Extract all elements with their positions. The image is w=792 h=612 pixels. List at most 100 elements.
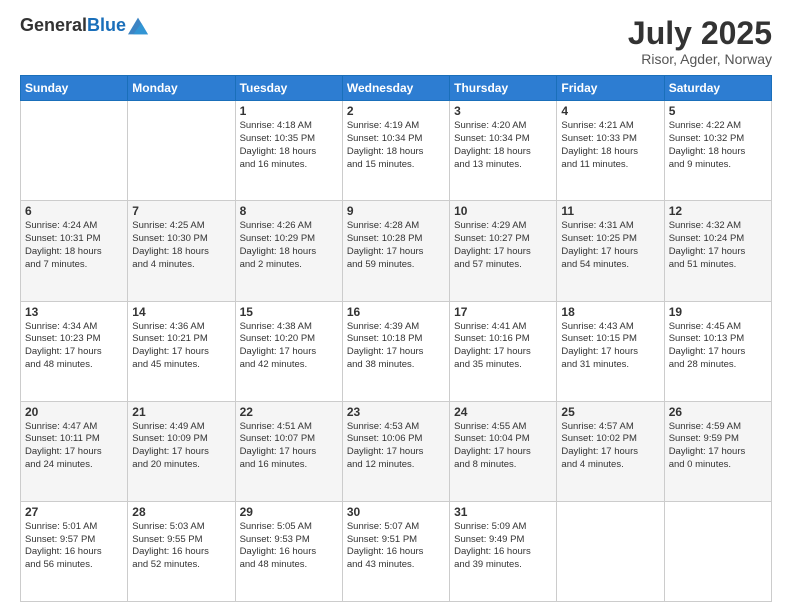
table-row: 18 Sunrise: 4:43 AMSunset: 10:15 PMDaylig… (557, 301, 664, 401)
day-detail: Sunrise: 4:24 AMSunset: 10:31 PMDaylight… (25, 220, 123, 271)
day-detail: Sunrise: 4:47 AMSunset: 10:11 PMDaylight… (25, 421, 123, 472)
table-row: 7Sunrise: 4:25 AMSunset: 10:30 PMDayligh… (128, 201, 235, 301)
day-number: 4 (561, 104, 659, 118)
day-detail: Sunrise: 4:19 AMSunset: 10:34 PMDaylight… (347, 120, 445, 171)
table-row: 4Sunrise: 4:21 AMSunset: 10:33 PMDayligh… (557, 101, 664, 201)
table-row: 24 Sunrise: 4:55 AMSunset: 10:04 PMDaylig… (450, 401, 557, 501)
table-row: 10 Sunrise: 4:29 AMSunset: 10:27 PMDaylig… (450, 201, 557, 301)
table-row (664, 501, 771, 601)
table-row: 13 Sunrise: 4:34 AMSunset: 10:23 PMDaylig… (21, 301, 128, 401)
day-number: 21 (132, 405, 230, 419)
day-number: 23 (347, 405, 445, 419)
table-row: 12Sunrise: 4:32 AMSunset: 10:24 PMDaylig… (664, 201, 771, 301)
day-detail: Sunrise: 4:29 AMSunset: 10:27 PMDaylight… (454, 220, 552, 271)
calendar-row: 27 Sunrise: 5:01 AMSunset: 9:57 PMDayligh… (21, 501, 772, 601)
day-detail: Sunrise: 4:22 AMSunset: 10:32 PMDaylight… (669, 120, 767, 171)
day-detail: Sunrise: 4:18 AMSunset: 10:35 PMDaylight… (240, 120, 338, 171)
table-row: 19 Sunrise: 4:45 AMSunset: 10:13 PMDaylig… (664, 301, 771, 401)
col-monday: Monday (128, 76, 235, 101)
col-sunday: Sunday (21, 76, 128, 101)
day-detail: Sunrise: 4:59 AMSunset: 9:59 PMDaylight:… (669, 421, 767, 472)
day-detail: Sunrise: 4:31 AMSunset: 10:25 PMDaylight… (561, 220, 659, 271)
day-detail: Sunrise: 4:45 AMSunset: 10:13 PMDaylight… (669, 321, 767, 372)
col-saturday: Saturday (664, 76, 771, 101)
day-number: 13 (25, 305, 123, 319)
table-row: 25 Sunrise: 4:57 AMSunset: 10:02 PMDaylig… (557, 401, 664, 501)
table-row: 22 Sunrise: 4:51 AMSunset: 10:07 PMDaylig… (235, 401, 342, 501)
table-row: 26 Sunrise: 4:59 AMSunset: 9:59 PMDayligh… (664, 401, 771, 501)
table-row: 23 Sunrise: 4:53 AMSunset: 10:06 PMDaylig… (342, 401, 449, 501)
calendar-row: 6 Sunrise: 4:24 AMSunset: 10:31 PMDayligh… (21, 201, 772, 301)
table-row: 6 Sunrise: 4:24 AMSunset: 10:31 PMDayligh… (21, 201, 128, 301)
day-number: 3 (454, 104, 552, 118)
day-number: 24 (454, 405, 552, 419)
day-detail: Sunrise: 4:55 AMSunset: 10:04 PMDaylight… (454, 421, 552, 472)
table-row (21, 101, 128, 201)
day-detail: Sunrise: 4:20 AMSunset: 10:34 PMDaylight… (454, 120, 552, 171)
day-detail: Sunrise: 4:34 AMSunset: 10:23 PMDaylight… (25, 321, 123, 372)
table-row: 14Sunrise: 4:36 AMSunset: 10:21 PMDaylig… (128, 301, 235, 401)
table-row: 15 Sunrise: 4:38 AMSunset: 10:20 PMDaylig… (235, 301, 342, 401)
col-thursday: Thursday (450, 76, 557, 101)
day-number: 14 (132, 305, 230, 319)
day-number: 16 (347, 305, 445, 319)
day-detail: Sunrise: 4:39 AMSunset: 10:18 PMDaylight… (347, 321, 445, 372)
table-row: 16 Sunrise: 4:39 AMSunset: 10:18 PMDaylig… (342, 301, 449, 401)
table-row (128, 101, 235, 201)
calendar-row: 13 Sunrise: 4:34 AMSunset: 10:23 PMDaylig… (21, 301, 772, 401)
table-row: 30Sunrise: 5:07 AMSunset: 9:51 PMDayligh… (342, 501, 449, 601)
table-row: 2 Sunrise: 4:19 AMSunset: 10:34 PMDayligh… (342, 101, 449, 201)
day-number: 2 (347, 104, 445, 118)
day-number: 17 (454, 305, 552, 319)
table-row: 29 Sunrise: 5:05 AMSunset: 9:53 PMDayligh… (235, 501, 342, 601)
calendar-row: 20 Sunrise: 4:47 AMSunset: 10:11 PMDaylig… (21, 401, 772, 501)
day-number: 27 (25, 505, 123, 519)
day-detail: Sunrise: 4:57 AMSunset: 10:02 PMDaylight… (561, 421, 659, 472)
day-detail: Sunrise: 5:05 AMSunset: 9:53 PMDaylight:… (240, 521, 338, 572)
day-detail: Sunrise: 4:43 AMSunset: 10:15 PMDaylight… (561, 321, 659, 372)
day-number: 11 (561, 204, 659, 218)
table-row: 27 Sunrise: 5:01 AMSunset: 9:57 PMDayligh… (21, 501, 128, 601)
day-detail: Sunrise: 4:25 AMSunset: 10:30 PMDaylight… (132, 220, 230, 271)
day-number: 5 (669, 104, 767, 118)
table-row: 31Sunrise: 5:09 AMSunset: 9:49 PMDayligh… (450, 501, 557, 601)
day-number: 26 (669, 405, 767, 419)
day-detail: Sunrise: 5:07 AMSunset: 9:51 PMDaylight:… (347, 521, 445, 572)
col-wednesday: Wednesday (342, 76, 449, 101)
day-number: 10 (454, 204, 552, 218)
day-number: 18 (561, 305, 659, 319)
day-detail: Sunrise: 4:51 AMSunset: 10:07 PMDaylight… (240, 421, 338, 472)
table-row: 3 Sunrise: 4:20 AMSunset: 10:34 PMDayligh… (450, 101, 557, 201)
page: GeneralBlue July 2025 Risor, Agder, Norw… (0, 0, 792, 612)
day-detail: Sunrise: 4:26 AMSunset: 10:29 PMDaylight… (240, 220, 338, 271)
logo-text: GeneralBlue (20, 16, 126, 36)
day-number: 15 (240, 305, 338, 319)
day-number: 20 (25, 405, 123, 419)
day-detail: Sunrise: 5:03 AMSunset: 9:55 PMDaylight:… (132, 521, 230, 572)
subtitle: Risor, Agder, Norway (628, 51, 772, 67)
col-friday: Friday (557, 76, 664, 101)
day-number: 25 (561, 405, 659, 419)
calendar-row: 1 Sunrise: 4:18 AMSunset: 10:35 PMDayligh… (21, 101, 772, 201)
day-detail: Sunrise: 4:28 AMSunset: 10:28 PMDaylight… (347, 220, 445, 271)
table-row: 5 Sunrise: 4:22 AMSunset: 10:32 PMDayligh… (664, 101, 771, 201)
day-number: 1 (240, 104, 338, 118)
table-row: 28Sunrise: 5:03 AMSunset: 9:55 PMDayligh… (128, 501, 235, 601)
day-detail: Sunrise: 4:38 AMSunset: 10:20 PMDaylight… (240, 321, 338, 372)
table-row: 11 Sunrise: 4:31 AMSunset: 10:25 PMDaylig… (557, 201, 664, 301)
day-number: 22 (240, 405, 338, 419)
day-detail: Sunrise: 4:41 AMSunset: 10:16 PMDaylight… (454, 321, 552, 372)
day-detail: Sunrise: 5:01 AMSunset: 9:57 PMDaylight:… (25, 521, 123, 572)
day-detail: Sunrise: 4:49 AMSunset: 10:09 PMDaylight… (132, 421, 230, 472)
header: GeneralBlue July 2025 Risor, Agder, Norw… (20, 16, 772, 67)
day-detail: Sunrise: 4:53 AMSunset: 10:06 PMDaylight… (347, 421, 445, 472)
title-block: July 2025 Risor, Agder, Norway (628, 16, 772, 67)
logo: GeneralBlue (20, 16, 148, 36)
day-number: 6 (25, 204, 123, 218)
table-row: 20 Sunrise: 4:47 AMSunset: 10:11 PMDaylig… (21, 401, 128, 501)
logo-icon (128, 16, 148, 36)
day-number: 9 (347, 204, 445, 218)
day-number: 19 (669, 305, 767, 319)
day-number: 29 (240, 505, 338, 519)
table-row: 17 Sunrise: 4:41 AMSunset: 10:16 PMDaylig… (450, 301, 557, 401)
